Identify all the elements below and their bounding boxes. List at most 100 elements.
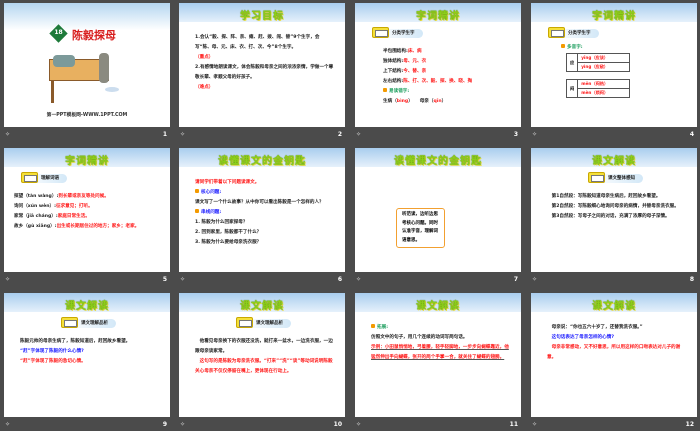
- line-text: 1.会认“毅、探、阵、亲、瘫、赶、拨、闯、替”9个生字，会写“陈、母、元、床、衣…: [195, 35, 320, 50]
- book-icon: [236, 317, 253, 328]
- text-line: 母亲说：“你也五六十岁了，还替我洗衣服。”: [547, 323, 687, 333]
- illustration-image: [47, 49, 122, 104]
- text-line: 仿照文中的句子，用几个连续的动词写两句话。: [371, 333, 511, 343]
- slide-thumbnail-5[interactable]: 字词精讲 理解词语 探望（tàn wàng）:到长辈或亲友等处问候。 询问（xún w…: [4, 148, 170, 272]
- text-line: （重点）: [195, 53, 335, 63]
- line-text: 第2自然段：写陈毅细心地询问母亲的病情，并替母亲洗衣服。: [547, 204, 679, 209]
- text-line: 这句话表达了母亲怎样的心情?: [547, 333, 687, 343]
- slide-transition-icon[interactable]: ✧: [532, 276, 537, 283]
- bullet-icon: [383, 88, 387, 92]
- highlight-text: 陈、打、次、毅、探、换、晓、掏: [403, 79, 473, 84]
- slide-transition-icon[interactable]: ✧: [5, 276, 10, 283]
- line-text: 询问（xún wèn）:: [14, 204, 56, 209]
- table-row: 闷 mēn（闷热）: [565, 79, 631, 98]
- badge-label: 课文理解品析: [81, 321, 108, 326]
- book-icon: [372, 27, 389, 38]
- slide-thumbnail-11[interactable]: 课文解读 拓展: 仿照文中的句子，用几个连续的动词写两句话。 示例：小田鼠悄悄地，弓着…: [355, 293, 521, 417]
- line-text: 上下结构:: [383, 69, 404, 74]
- text-line: 故乡（gù xiāng）:出生或长期居住过的地方；家乡；老家。: [14, 222, 154, 232]
- slide-body: 拓展: 仿照文中的句子，用几个连续的动词写两句话。 示例：小田鼠悄悄地，弓着腰，轻手…: [371, 323, 511, 363]
- line-text: “赶”字体现了陈毅的什么心情?: [20, 349, 84, 354]
- highlight-text: qīn: [433, 99, 442, 104]
- line-text: 2. 回到家里，陈毅都干了什么？: [195, 230, 262, 235]
- slide-body: 他看见母亲换下的衣服还没洗，就打来一盆水，一边洗衣服，一边跟母亲谈家常。 这句写…: [195, 337, 335, 377]
- line-text: 家常（jiā cháng）:: [14, 214, 58, 219]
- text-line: 这句写的是陈毅为母亲洗衣服。“打来”“洗”“谈”等动词说明陈毅关心母亲不仅仅停留…: [195, 357, 335, 377]
- text-line: 询问（xún wèn）:征求意见；打听。: [14, 202, 154, 212]
- slide-transition-icon[interactable]: ✧: [180, 421, 185, 428]
- badge-label: 理解词语: [41, 176, 59, 181]
- slide-transition-icon[interactable]: ✧: [5, 421, 10, 428]
- slide-thumbnail-7[interactable]: 读懂课文的金钥匙 听范读，边听边思考核心问题。同时认准字音，理解词语意思。: [355, 148, 521, 272]
- line-text: 课文写了一个什么故事？从中你可以看出陈毅是一个怎样的人？: [195, 200, 324, 205]
- slide-number: 5: [162, 276, 167, 283]
- slide-title: 课文解读: [592, 156, 636, 167]
- slide-title: 课文解读: [592, 301, 636, 312]
- bullet-icon: [195, 209, 199, 213]
- section-badge: 分类学生字: [370, 27, 423, 38]
- text-line: 陈毅元帅的母亲生病了，陈毅知道后，赶回故乡看望。: [20, 337, 160, 347]
- line-text: （难点）: [195, 85, 214, 90]
- highlight-text: 征求意见；打听。: [55, 204, 93, 209]
- book-icon: [588, 172, 605, 183]
- slide-thumbnail-12[interactable]: 课文解读 母亲说：“你也五六十岁了，还替我洗衣服。” 这句话表达了母亲怎样的心情…: [531, 293, 697, 417]
- text-line: 第2自然段：写陈毅细心地询问母亲的病情，并替母亲洗衣服。: [547, 202, 687, 212]
- slide-transition-icon[interactable]: ✧: [532, 131, 537, 138]
- slide-number: 7: [513, 276, 518, 283]
- line-text: ） 母亲（: [408, 99, 434, 104]
- slide-thumbnail-10[interactable]: 课文解读课文理解品析 他看见母亲换下的衣服还没洗，就打来一盆水，一边洗衣服，一边…: [179, 293, 345, 417]
- slide-transition-icon[interactable]: ✧: [532, 421, 537, 428]
- text-line: 半包围结构:床、病: [383, 47, 513, 57]
- line-text: 拓展:: [377, 325, 389, 330]
- slide-number: 8: [689, 276, 694, 283]
- line-text: 1. 陈毅为什么回家探母？: [195, 220, 248, 225]
- slide-thumbnail-9[interactable]: 课文解读课文理解品析陈毅元帅的母亲生病了，陈毅知道后，赶回故乡看望。 “赶”字体现…: [4, 293, 170, 417]
- slide-transition-icon[interactable]: ✧: [356, 421, 361, 428]
- highlight-text: 到长辈或亲友等处问候。: [58, 194, 109, 199]
- polyphone-table: 闷 mēn（闷热） mèn（烦闷）: [565, 79, 631, 98]
- slide-title: 课文解读: [240, 301, 284, 312]
- text-line: 独体结构:母、元、衣: [383, 57, 513, 67]
- line-text: 第3自然段：写母子之间的对话，充满了浓厚的母子深情。: [547, 214, 670, 219]
- text-line: 2.有感情地朗读课文，体会陈毅和母亲之间的浓浓亲情，学做一个尊敬长辈、孝顺父母的…: [195, 63, 335, 83]
- line-text: 生病（: [383, 99, 397, 104]
- text-line: 请同学们带着以下问题读课文。: [195, 178, 335, 188]
- bullet-icon: [195, 189, 199, 193]
- highlight-text: 今、替、亲: [403, 69, 427, 74]
- slide-thumbnail-4[interactable]: 字词精讲 分类学生字 多音字: 应 yīng（应该） yìng（应敌） 闷 mēn（闷热） mè…: [531, 3, 697, 127]
- text-line: “赶”字体现了陈毅的急切心情。: [20, 357, 160, 367]
- slide-transition-icon[interactable]: ✧: [5, 131, 10, 138]
- slide-number: 12: [685, 421, 694, 428]
- slide-body: 第1自然段：写陈毅知道母亲生病后，赶回故乡看望。 第2自然段：写陈毅细心地询问母…: [547, 192, 687, 222]
- character-cell: 应: [565, 53, 579, 72]
- slide-thumbnail-3[interactable]: 字词精讲 分类学生字 半包围结构:床、病 独体结构:母、元、衣 上下结构:今、替、亲 左右…: [355, 3, 521, 127]
- text-line: 2. 回到家里，陈毅都干了什么？: [195, 228, 335, 238]
- slide-title: 课文解读: [416, 301, 460, 312]
- text-line: 拓展:: [371, 323, 511, 333]
- slide-thumbnail-2[interactable]: 学习目标 1.会认“毅、探、阵、亲、瘫、赶、拨、闯、替”9个生字，会写“陈、母、元…: [179, 3, 345, 127]
- text-line: 串线问题:: [195, 208, 335, 218]
- slide-thumbnail-8[interactable]: 课文解读课文整体感知 第1自然段：写陈毅知道母亲生病后，赶回故乡看望。 第2自然…: [531, 148, 697, 272]
- text-line: 家常（jiā cháng）:家庭日常生活。: [14, 212, 154, 222]
- text-line: 课文写了一个什么故事？从中你可以看出陈毅是一个怎样的人？: [195, 198, 335, 208]
- slide-transition-icon[interactable]: ✧: [180, 131, 185, 138]
- text-line: 3. 陈毅为什么要给母亲洗衣服？: [195, 238, 335, 248]
- slide-title: 课文解读: [65, 301, 109, 312]
- slide-transition-icon[interactable]: ✧: [356, 276, 361, 283]
- slide-number: 3: [513, 131, 518, 138]
- highlight-text: 母、元、衣: [403, 59, 427, 64]
- slide-thumbnail-6[interactable]: 读懂课文的金钥匙 请同学们带着以下问题读课文。 核心问题: 课文写了一个什么故事？从中…: [179, 148, 345, 272]
- highlight-text: 家庭日常生活。: [57, 214, 90, 219]
- slide-body: 请同学们带着以下问题读课文。 核心问题: 课文写了一个什么故事？从中你可以看出陈毅是…: [195, 178, 335, 248]
- section-badge: 课文整体感知: [586, 172, 643, 183]
- text-line: 第1自然段：写陈毅知道母亲生病后，赶回故乡看望。: [547, 192, 687, 202]
- slide-transition-icon[interactable]: ✧: [356, 131, 361, 138]
- text-line: 1.会认“毅、探、阵、亲、瘫、赶、拨、闯、替”9个生字，会写“陈、母、元、床、衣…: [195, 33, 335, 53]
- line-text: 易读错字:: [389, 89, 410, 94]
- tip-box: 听范读，边听边思考核心问题。同时认准字音，理解词语意思。: [396, 208, 445, 248]
- section-badge: 课文理解品析: [234, 317, 291, 328]
- slide-title: 字词精讲: [592, 11, 636, 22]
- text-line: 探望（tàn wàng）:到长辈或亲友等处问候。: [14, 192, 154, 202]
- slide-thumbnail-1[interactable]: 18 陈毅探母 第一PPT模板网-WWW.1PPT.COM: [4, 3, 170, 127]
- slide-transition-icon[interactable]: ✧: [180, 276, 185, 283]
